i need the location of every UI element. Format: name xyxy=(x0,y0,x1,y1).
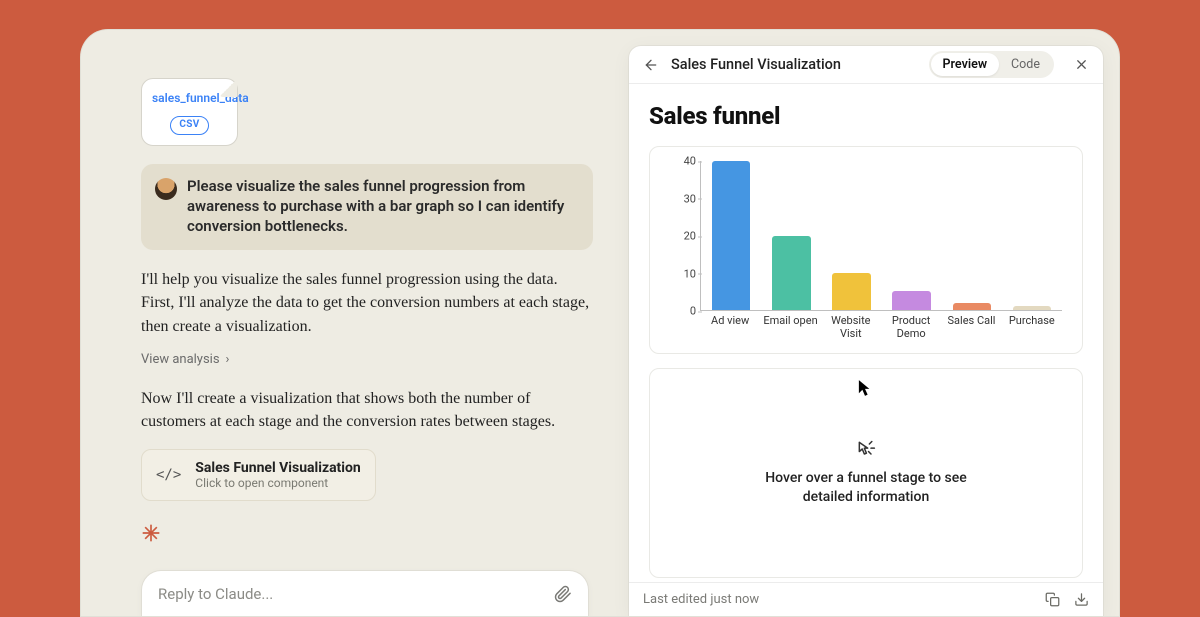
assistant-message-2: Now I'll create a visualization that sho… xyxy=(141,387,593,433)
chart-bar[interactable] xyxy=(953,303,992,310)
artifact-preview-pane: Sales Funnel Visualization Preview Code … xyxy=(629,46,1103,616)
file-attachment-chip[interactable]: sales_funnel_data CSV xyxy=(141,78,238,146)
hover-hint-text: Hover over a funnel stage to see detaile… xyxy=(761,469,971,507)
composer-input[interactable]: Reply to Claude... xyxy=(141,570,589,616)
file-attachment-name: sales_funnel_data xyxy=(152,91,227,106)
tab-code[interactable]: Code xyxy=(999,53,1052,76)
artifact-title: Sales Funnel Visualization xyxy=(195,460,360,476)
app-frame: sales_funnel_data CSV Please visualize t… xyxy=(80,29,1120,617)
artifact-card[interactable]: </> Sales Funnel Visualization Click to … xyxy=(141,449,376,501)
y-axis-tick: 10 xyxy=(666,267,696,280)
x-axis-label: Website Visit xyxy=(821,315,881,347)
x-axis-label: Purchase xyxy=(1002,315,1062,347)
chart-bar[interactable] xyxy=(832,273,871,310)
preview-header: Sales Funnel Visualization Preview Code xyxy=(629,46,1103,84)
chart-plot-area[interactable] xyxy=(700,161,1062,311)
chart-bar[interactable] xyxy=(712,161,751,310)
hover-info-card: Hover over a funnel stage to see detaile… xyxy=(649,368,1083,578)
cursor-icon xyxy=(858,379,872,397)
user-message-bubble: Please visualize the sales funnel progre… xyxy=(141,164,593,251)
close-button[interactable] xyxy=(1074,57,1089,72)
back-button[interactable] xyxy=(643,57,659,73)
preview-footer: Last edited just now xyxy=(629,582,1103,616)
attach-icon[interactable] xyxy=(554,585,572,603)
avatar xyxy=(155,178,177,200)
preview-header-title: Sales Funnel Visualization xyxy=(671,56,841,73)
artifact-subtitle: Click to open component xyxy=(195,476,360,490)
tab-preview[interactable]: Preview xyxy=(931,53,1000,76)
chat-pane: sales_funnel_data CSV Please visualize t… xyxy=(81,30,629,616)
chart-card: 0 10 20 30 40 Ad viewEmail openWebsite Visit… xyxy=(649,146,1083,354)
assistant-loading-icon xyxy=(141,523,593,543)
preview-body: Sales funnel 0 10 20 30 40 Ad viewEmail open… xyxy=(629,84,1103,582)
code-icon: </> xyxy=(156,467,181,483)
x-axis-label: Ad view xyxy=(700,315,760,347)
last-edited-label: Last edited just now xyxy=(643,592,759,607)
view-mode-toggle: Preview Code xyxy=(929,51,1054,78)
download-button[interactable] xyxy=(1074,592,1089,607)
chart-bar[interactable] xyxy=(892,291,931,310)
y-axis-tick: 30 xyxy=(666,192,696,205)
x-axis-label: Product Demo xyxy=(881,315,941,347)
x-axis-label: Sales Call xyxy=(941,315,1001,347)
y-axis-tick: 0 xyxy=(666,305,696,318)
file-type-badge: CSV xyxy=(170,116,208,135)
hover-cursor-icon xyxy=(856,439,876,459)
x-axis-label: Email open xyxy=(760,315,820,347)
chart-bar[interactable] xyxy=(772,236,811,311)
chart-bar[interactable] xyxy=(1013,306,1052,310)
view-analysis-toggle[interactable]: View analysis › xyxy=(141,352,229,367)
y-axis-tick: 20 xyxy=(666,230,696,243)
chart-title: Sales funnel xyxy=(649,102,1083,130)
y-axis-tick: 40 xyxy=(666,155,696,168)
assistant-message-1: I'll help you visualize the sales funnel… xyxy=(141,268,593,338)
copy-button[interactable] xyxy=(1045,592,1060,607)
user-message-text: Please visualize the sales funnel progre… xyxy=(187,176,577,237)
chevron-right-icon: › xyxy=(226,352,230,367)
composer-placeholder: Reply to Claude... xyxy=(158,585,273,603)
view-analysis-label: View analysis xyxy=(141,352,220,367)
